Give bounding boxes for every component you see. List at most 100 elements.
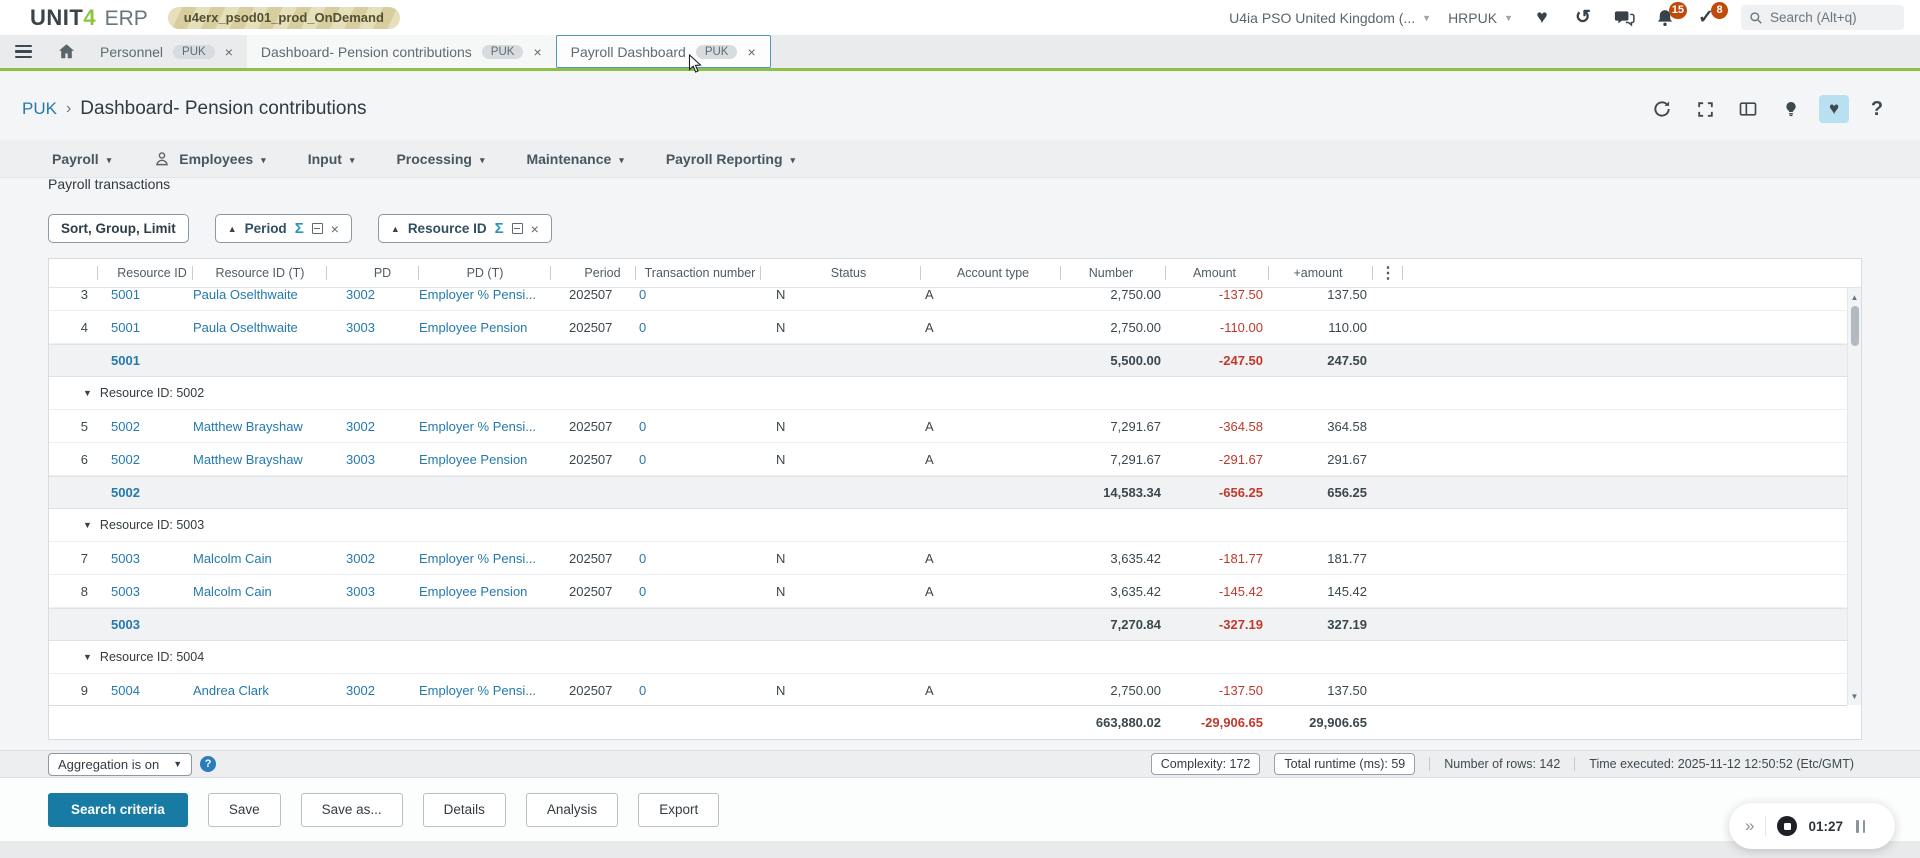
header-trans[interactable]: Transaction number bbox=[636, 259, 761, 287]
cell-pd[interactable]: 3003 bbox=[327, 452, 419, 467]
aggregation-help-icon[interactable]: ? bbox=[200, 756, 216, 772]
notifications-button[interactable]: 15 bbox=[1653, 6, 1677, 30]
header-pdt[interactable]: PD (T) bbox=[419, 259, 551, 287]
refresh-button[interactable] bbox=[1647, 95, 1677, 123]
export-button[interactable]: Export bbox=[638, 793, 719, 827]
collapse-group-icon[interactable]: ▼ bbox=[83, 520, 92, 530]
home-button[interactable] bbox=[46, 35, 86, 68]
role-selector[interactable]: HRPUK ▼ bbox=[1448, 10, 1513, 26]
cell-pd[interactable]: 3002 bbox=[327, 683, 419, 698]
cell-pd[interactable]: 3003 bbox=[327, 584, 419, 599]
cell-resource-id[interactable]: 5002 bbox=[98, 419, 193, 434]
header-rid[interactable]: Resource ID bbox=[98, 259, 193, 287]
cell-pd[interactable]: 3003 bbox=[327, 320, 419, 335]
record-stop-button[interactable] bbox=[1777, 816, 1797, 836]
menu-item-input[interactable]: Input▾ bbox=[308, 151, 355, 167]
help-button[interactable]: ? bbox=[1862, 95, 1892, 123]
cell-resource-id[interactable]: 5001 bbox=[98, 288, 193, 302]
header-acct[interactable]: Account type bbox=[921, 259, 1061, 287]
table-scrollbar[interactable]: ▲ ▼ bbox=[1847, 288, 1861, 705]
search-criteria-button[interactable]: Search criteria bbox=[48, 793, 188, 827]
menu-item-maintenance[interactable]: Maintenance▾ bbox=[526, 151, 623, 167]
cell-pd-t[interactable]: Employer % Pensi... bbox=[419, 419, 551, 434]
details-button[interactable]: Details bbox=[423, 793, 506, 827]
scrollbar-thumb[interactable] bbox=[1851, 306, 1859, 346]
close-tab-icon[interactable]: × bbox=[225, 44, 233, 60]
cell-resource-name[interactable]: Paula Oselthwaite bbox=[193, 320, 327, 335]
cell-resource-name[interactable]: Andrea Clark bbox=[193, 683, 327, 698]
collapse-icon[interactable] bbox=[512, 223, 523, 234]
tips-button[interactable] bbox=[1776, 95, 1806, 123]
aggregate-sigma-icon[interactable]: Σ bbox=[295, 220, 304, 237]
cell-resource-name[interactable]: Malcolm Cain bbox=[193, 584, 327, 599]
header-pd[interactable]: PD bbox=[327, 259, 419, 287]
collapse-group-icon[interactable]: ▼ bbox=[83, 652, 92, 662]
columns-button[interactable] bbox=[1733, 95, 1763, 123]
menu-item-processing[interactable]: Processing▾ bbox=[396, 151, 484, 167]
cell-pd-t[interactable]: Employer % Pensi... bbox=[419, 288, 551, 302]
menu-item-employees[interactable]: Employees▾ bbox=[153, 150, 265, 168]
cell-pd-t[interactable]: Employee Pension bbox=[419, 452, 551, 467]
header-ridt[interactable]: Resource ID (T) bbox=[193, 259, 327, 287]
company-selector[interactable]: U4ia PSO United Kingdom (... ▼ bbox=[1229, 10, 1431, 26]
cell-transaction-number[interactable]: 0 bbox=[636, 288, 761, 302]
menu-item-payroll-reporting[interactable]: Payroll Reporting▾ bbox=[666, 151, 795, 167]
sort-ascending-icon[interactable]: ▲ bbox=[391, 224, 400, 234]
cell-pd-t[interactable]: Employer % Pensi... bbox=[419, 683, 551, 698]
cell-transaction-number[interactable]: 0 bbox=[636, 320, 761, 335]
group-header-row[interactable]: ▼Resource ID: 5002 bbox=[49, 377, 1847, 410]
collapse-icon[interactable] bbox=[312, 223, 323, 234]
hamburger-menu-button[interactable] bbox=[0, 35, 46, 68]
favorite-page-button[interactable]: ♥ bbox=[1819, 95, 1849, 123]
save-button[interactable]: Save bbox=[208, 793, 281, 827]
group-header-row[interactable]: ▼Resource ID: 5004 bbox=[49, 641, 1847, 674]
cell-pd[interactable]: 3002 bbox=[327, 288, 419, 302]
header-period[interactable]: Period bbox=[551, 259, 636, 287]
cell-resource-id[interactable]: 5004 bbox=[98, 683, 193, 698]
cell-transaction-number[interactable]: 0 bbox=[636, 584, 761, 599]
cell-pd[interactable]: 3002 bbox=[327, 551, 419, 566]
remove-chip-icon[interactable]: × bbox=[331, 221, 339, 237]
fullscreen-button[interactable] bbox=[1690, 95, 1720, 123]
cell-transaction-number[interactable]: 0 bbox=[636, 452, 761, 467]
tab-dashboard-pension-contributions[interactable]: Dashboard- Pension contributionsPUK× bbox=[247, 35, 556, 68]
kebab-menu-icon[interactable]: ⋮ bbox=[1380, 263, 1396, 283]
group-chip-period[interactable]: ▲PeriodΣ× bbox=[215, 214, 352, 243]
scrollbar-down-arrow[interactable]: ▼ bbox=[1848, 689, 1861, 703]
cell-resource-id[interactable]: 5001 bbox=[98, 353, 193, 368]
tab-payroll-dashboard[interactable]: Payroll DashboardPUK× bbox=[556, 35, 771, 68]
cell-transaction-number[interactable]: 0 bbox=[636, 419, 761, 434]
aggregation-select[interactable]: Aggregation is on ▼ bbox=[48, 753, 192, 776]
cell-resource-name[interactable]: Paula Oselthwaite bbox=[193, 288, 327, 302]
cell-resource-id[interactable]: 5003 bbox=[98, 551, 193, 566]
group-header-row[interactable]: ▼Resource ID: 5003 bbox=[49, 509, 1847, 542]
group-chip-resource-id[interactable]: ▲Resource IDΣ× bbox=[378, 214, 552, 243]
pause-recording-button[interactable] bbox=[1856, 820, 1865, 833]
close-tab-icon[interactable]: × bbox=[533, 44, 541, 60]
tasks-button[interactable]: ✓ 8 bbox=[1694, 6, 1718, 30]
close-tab-icon[interactable]: × bbox=[747, 44, 755, 60]
breadcrumb-root-link[interactable]: PUK bbox=[22, 99, 57, 119]
collapse-group-icon[interactable]: ▼ bbox=[83, 388, 92, 398]
cell-resource-id[interactable]: 5003 bbox=[98, 617, 193, 632]
scrollbar-up-arrow[interactable]: ▲ bbox=[1848, 290, 1861, 304]
cell-resource-name[interactable]: Matthew Brayshaw bbox=[193, 419, 327, 434]
aggregate-sigma-icon[interactable]: Σ bbox=[495, 220, 504, 237]
expand-recorder-icon[interactable]: » bbox=[1745, 816, 1754, 836]
cell-transaction-number[interactable]: 0 bbox=[636, 683, 761, 698]
analysis-button[interactable]: Analysis bbox=[526, 793, 618, 827]
sort-group-limit-button[interactable]: Sort, Group, Limit bbox=[48, 214, 189, 243]
remove-chip-icon[interactable]: × bbox=[531, 221, 539, 237]
save-as-button[interactable]: Save as... bbox=[301, 793, 403, 827]
history-button[interactable]: ↺ bbox=[1571, 6, 1595, 30]
cell-resource-id[interactable]: 5002 bbox=[98, 485, 193, 500]
cell-resource-id[interactable]: 5001 bbox=[98, 320, 193, 335]
messages-button[interactable] bbox=[1612, 6, 1636, 30]
cell-pd-t[interactable]: Employee Pension bbox=[419, 584, 551, 599]
sort-ascending-icon[interactable]: ▲ bbox=[228, 224, 237, 234]
tab-personnel[interactable]: PersonnelPUK× bbox=[86, 35, 247, 68]
cell-transaction-number[interactable]: 0 bbox=[636, 551, 761, 566]
cell-resource-name[interactable]: Malcolm Cain bbox=[193, 551, 327, 566]
cell-pd-t[interactable]: Employer % Pensi... bbox=[419, 551, 551, 566]
header-number[interactable]: Number bbox=[1061, 259, 1166, 287]
